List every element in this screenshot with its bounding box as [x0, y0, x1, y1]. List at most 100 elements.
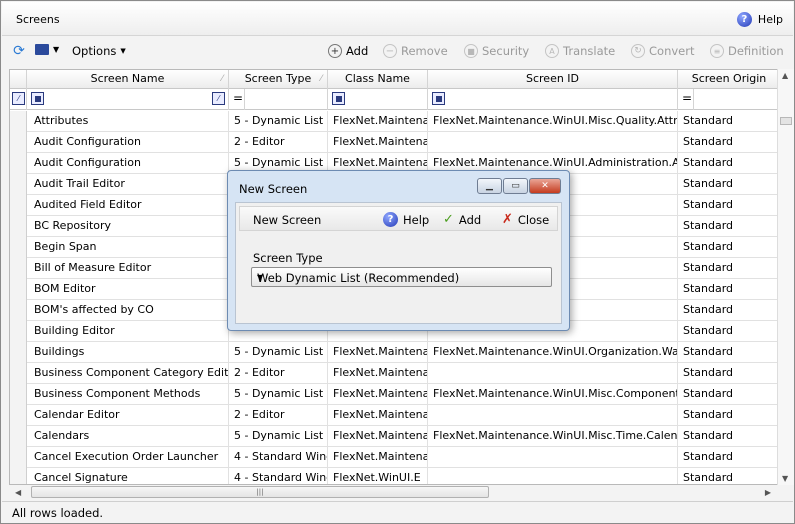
scroll-up-icon[interactable]: ▲: [782, 71, 788, 80]
close-window-button[interactable]: ✕: [529, 178, 561, 194]
vertical-scroll-thumb[interactable]: [780, 117, 792, 125]
dialog-close-button[interactable]: ✗ Close: [502, 212, 549, 227]
column-header-screen-type[interactable]: Screen Type ⁄: [229, 70, 328, 89]
cell-class-name: FlexNet.Maintena: [328, 405, 428, 426]
column-header-screen-origin[interactable]: Screen Origin: [678, 70, 778, 89]
row-selector[interactable]: [10, 300, 27, 321]
cell-screen-name: BOM's affected by CO: [27, 300, 229, 321]
row-selector[interactable]: [10, 321, 27, 342]
definition-label: Definition: [728, 44, 784, 58]
column-header-class-name[interactable]: Class Name: [328, 70, 428, 89]
scroll-left-icon[interactable]: ◀: [15, 488, 21, 497]
help-button[interactable]: ? Help: [736, 12, 783, 27]
minimize-button[interactable]: ▁: [477, 178, 502, 194]
row-selector[interactable]: [10, 384, 27, 405]
cell-screen-name: Audit Trail Editor: [27, 174, 229, 195]
horizontal-scrollbar[interactable]: ◀ ||| ▶: [9, 485, 777, 499]
refresh-icon: ⟳: [13, 43, 25, 59]
cell-screen-name: Audit Configuration: [27, 153, 229, 174]
table-row[interactable]: Business Component Category Editor 2 - Ed…: [10, 363, 778, 384]
close-icon: ✗: [502, 212, 513, 227]
filter-operator-icon[interactable]: [332, 92, 345, 105]
options-label: Options: [72, 44, 117, 58]
add-button[interactable]: + Add: [328, 44, 368, 58]
row-selector[interactable]: [10, 258, 27, 279]
filter-clear-icon[interactable]: ⁄: [12, 92, 25, 105]
filter-screen-origin[interactable]: =: [678, 89, 778, 110]
maximize-button[interactable]: ▭: [503, 178, 528, 194]
cell-screen-origin: Standard: [683, 450, 734, 463]
row-selector[interactable]: [10, 363, 27, 384]
cell-screen-type: 5 - Dynamic List: [229, 384, 328, 405]
filter-screen-id[interactable]: [428, 89, 678, 110]
screen-type-select[interactable]: Web Dynamic List (Recommended) ▼: [251, 267, 552, 287]
scroll-right-icon[interactable]: ▶: [765, 488, 771, 497]
cell-screen-type: 4 - Standard Wind: [229, 468, 328, 484]
cell-screen-name: Audit Configuration: [27, 132, 229, 153]
cell-screen-name: Cancel Signature: [27, 468, 229, 484]
cell-screen-id: [428, 468, 678, 484]
horizontal-scroll-thumb[interactable]: |||: [31, 486, 489, 498]
row-selector[interactable]: [10, 447, 27, 468]
options-menu[interactable]: Options ▼: [72, 44, 126, 58]
translate-button[interactable]: A Translate: [545, 44, 615, 58]
help-label: Help: [757, 13, 783, 26]
cell-screen-id: FlexNet.Maintenance.WinUI.Misc.Quality.A…: [428, 111, 678, 132]
cell-class-name: FlexNet.Maintena: [328, 447, 428, 468]
translate-icon: A: [545, 44, 559, 58]
filter-screen-type[interactable]: =: [229, 89, 328, 110]
convert-button[interactable]: ↻ Convert: [631, 44, 694, 58]
minimize-icon: ▁: [486, 181, 493, 191]
filter-edit-icon[interactable]: ⁄: [212, 92, 225, 105]
cell-screen-origin: Standard: [683, 135, 734, 148]
row-selector[interactable]: [10, 237, 27, 258]
row-selector[interactable]: [10, 111, 27, 132]
cell-screen-type: 2 - Editor: [229, 363, 328, 384]
dialog-title: New Screen: [239, 182, 308, 196]
row-selector[interactable]: [10, 153, 27, 174]
remove-button[interactable]: − Remove: [383, 44, 448, 58]
lock-icon: ■: [464, 44, 478, 58]
cell-screen-origin: Standard: [683, 387, 734, 400]
row-selector[interactable]: [10, 426, 27, 447]
table-row[interactable]: Business Component Methods 5 - Dynamic Li…: [10, 384, 778, 405]
cell-screen-name: BOM Editor: [27, 279, 229, 300]
sort-icon: ⁄: [221, 74, 223, 84]
dialog-add-button[interactable]: ✓ Add: [443, 212, 481, 227]
row-selector[interactable]: [10, 468, 27, 484]
row-selector[interactable]: [10, 216, 27, 237]
table-row[interactable]: Cancel Execution Order Launcher 4 - Stand…: [10, 447, 778, 468]
table-row[interactable]: Attributes 5 - Dynamic List FlexNet.Mainte…: [10, 111, 778, 132]
scroll-down-icon[interactable]: ▼: [782, 474, 788, 483]
column-header-screen-name[interactable]: Screen Name ⁄: [27, 70, 229, 89]
cell-screen-name: Building Editor: [27, 321, 229, 342]
table-row[interactable]: Buildings 5 - Dynamic List FlexNet.Mainten…: [10, 342, 778, 363]
cell-screen-type: 4 - Standard Wind: [229, 447, 328, 468]
cell-screen-name: Audited Field Editor: [27, 195, 229, 216]
refresh-button[interactable]: ⟳: [12, 43, 26, 59]
row-selector[interactable]: [10, 279, 27, 300]
dialog-help-button[interactable]: ? Help: [383, 212, 429, 227]
cell-screen-name: Buildings: [27, 342, 229, 363]
table-row[interactable]: Calendars 5 - Dynamic List FlexNet.Mainten…: [10, 426, 778, 447]
cell-screen-origin: Standard: [683, 261, 734, 274]
toolbar: ⟳ ▼ Options ▼ + Add − Remove ■ Security …: [2, 39, 793, 67]
definition-button[interactable]: ≡ Definition: [710, 44, 784, 58]
cell-screen-origin: Standard: [683, 156, 734, 169]
vertical-scrollbar[interactable]: ▲ ▼: [777, 69, 794, 485]
cell-class-name: FlexNet.WinUI.E: [328, 468, 428, 484]
row-selector[interactable]: [10, 405, 27, 426]
row-selector[interactable]: [10, 195, 27, 216]
cell-screen-origin: Standard: [683, 345, 734, 358]
layout-button[interactable]: ▼: [35, 44, 59, 55]
table-row[interactable]: Cancel Signature 4 - Standard Wind FlexNet…: [10, 468, 778, 484]
table-row[interactable]: Audit Configuration 2 - Editor FlexNet.Mai…: [10, 132, 778, 153]
security-button[interactable]: ■ Security: [464, 44, 529, 58]
column-header-screen-id[interactable]: Screen ID: [428, 70, 678, 89]
table-row[interactable]: Calendar Editor 2 - Editor FlexNet.Mainten…: [10, 405, 778, 426]
row-selector[interactable]: [10, 174, 27, 195]
convert-label: Convert: [649, 44, 695, 58]
filter-operator-icon[interactable]: [432, 92, 445, 105]
row-selector[interactable]: [10, 342, 27, 363]
row-selector[interactable]: [10, 132, 27, 153]
